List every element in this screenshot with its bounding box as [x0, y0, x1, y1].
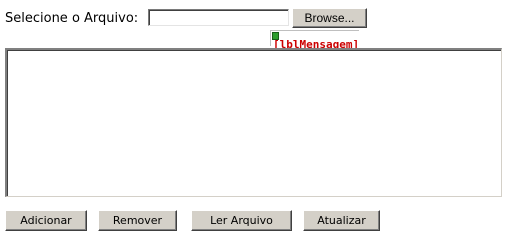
- file-upload-form: Selecione o Arquivo: Browse... [lblMensa…: [0, 0, 511, 235]
- message-label: [lblMensagem]: [270, 30, 360, 51]
- file-content-textarea[interactable]: [5, 48, 502, 197]
- add-button[interactable]: Adicionar: [5, 210, 87, 231]
- file-path-input[interactable]: [148, 9, 289, 26]
- browse-button[interactable]: Browse...: [292, 8, 367, 28]
- file-select-label: Selecione o Arquivo:: [5, 11, 139, 26]
- remove-button[interactable]: Remover: [98, 210, 177, 231]
- read-file-button[interactable]: Ler Arquivo: [191, 210, 292, 231]
- refresh-button[interactable]: Atualizar: [303, 210, 380, 231]
- broken-image-icon: [272, 32, 279, 40]
